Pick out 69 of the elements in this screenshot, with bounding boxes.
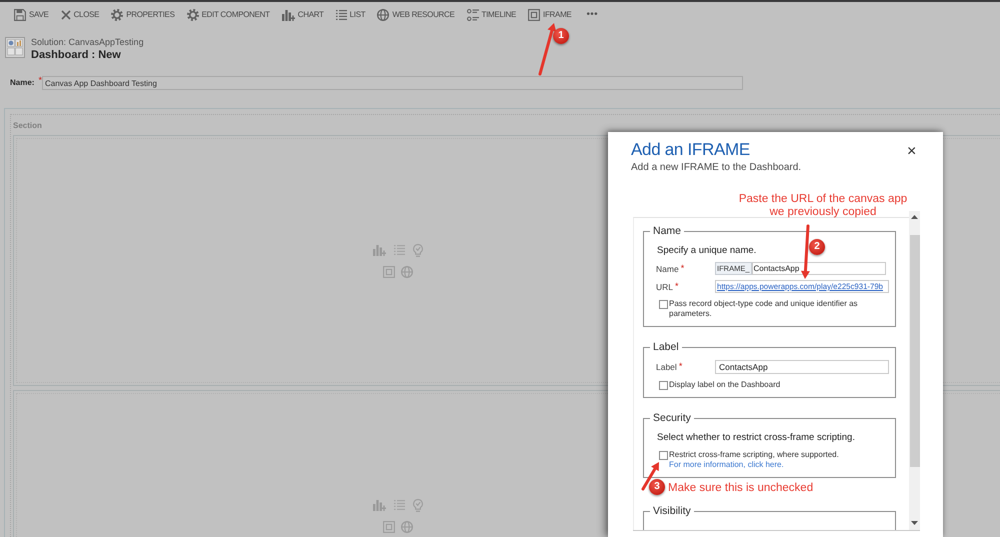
scroll-down-icon[interactable] bbox=[911, 521, 918, 525]
checkbox-label: Pass record object-type code and unique identifier as parameters. bbox=[669, 299, 859, 319]
required-mark: * bbox=[680, 264, 684, 272]
close-button[interactable]: × bbox=[907, 144, 916, 160]
page-title: Dashboard : New bbox=[31, 48, 122, 62]
checkbox-label: Restrict cross-frame scripting, where supported. bbox=[669, 450, 839, 460]
group-legend: Security bbox=[650, 412, 694, 424]
lightbulb-icon[interactable] bbox=[413, 244, 423, 256]
callout-arrow bbox=[538, 23, 556, 76]
globe-icon[interactable] bbox=[401, 266, 413, 278]
checkbox[interactable] bbox=[659, 381, 668, 390]
lightbulb-icon[interactable] bbox=[413, 498, 423, 512]
close-button[interactable]: CLOSE bbox=[60, 8, 100, 22]
required-mark: * bbox=[38, 76, 42, 85]
scroll-up-icon[interactable] bbox=[911, 215, 918, 219]
gear-icon bbox=[186, 9, 199, 21]
callout-arrow bbox=[642, 462, 659, 490]
text-input[interactable]: ContactsApp bbox=[715, 360, 889, 374]
list-button[interactable]: LIST bbox=[336, 8, 366, 22]
instruction-text: Specify a unique name. bbox=[657, 245, 756, 257]
list-icon[interactable] bbox=[394, 245, 405, 255]
save-button[interactable]: SAVE bbox=[14, 7, 49, 23]
group-legend: Label bbox=[650, 341, 682, 353]
checkbox-label: Display label on the Dashboard bbox=[669, 380, 780, 390]
field-label: Name: bbox=[10, 78, 34, 88]
dialog-subtitle: Add a new IFRAME to the Dashboard. bbox=[631, 161, 802, 174]
checkbox[interactable] bbox=[659, 300, 668, 309]
callout-text: Make sure this is unchecked bbox=[668, 482, 814, 495]
callout-text: Paste the URL of the canvas app we previously copied bbox=[738, 193, 908, 219]
frame-icon[interactable] bbox=[383, 266, 395, 278]
list-icon bbox=[336, 10, 347, 20]
iframe-button[interactable]: IFRAME bbox=[528, 7, 572, 23]
dialog-title: Add an IFRAME bbox=[631, 140, 750, 160]
bar-chart-icon[interactable] bbox=[373, 244, 386, 256]
field-label: Label bbox=[656, 362, 677, 372]
bar-chart-icon bbox=[282, 9, 295, 21]
chart-button[interactable]: CHART bbox=[282, 7, 324, 23]
solution-name: Solution: CanvasAppTesting bbox=[31, 36, 144, 48]
callout-arrow bbox=[800, 224, 810, 279]
required-mark: * bbox=[675, 282, 679, 290]
more-info-link[interactable]: For more information, click here. bbox=[669, 460, 784, 470]
more-button[interactable]: ••• bbox=[586, 8, 598, 22]
field-label: Name bbox=[656, 264, 679, 274]
timeline-icon bbox=[466, 9, 479, 21]
step-badge: 1 bbox=[553, 28, 569, 44]
checkbox[interactable] bbox=[659, 451, 668, 460]
instruction-text: Select whether to restrict cross-frame scripting. bbox=[657, 432, 855, 444]
properties-button[interactable]: PROPERTIES bbox=[111, 7, 175, 23]
name-input[interactable]: ContactsApp bbox=[752, 262, 886, 275]
group-legend: Visibility bbox=[650, 505, 694, 517]
globe-icon bbox=[377, 9, 390, 21]
frame-icon bbox=[528, 9, 540, 21]
bar-chart-icon[interactable] bbox=[373, 499, 386, 511]
section-label: Section bbox=[13, 120, 42, 132]
gear-icon bbox=[111, 9, 124, 21]
group-legend: Name bbox=[650, 225, 684, 237]
globe-icon[interactable] bbox=[401, 520, 413, 532]
required-mark: * bbox=[678, 362, 682, 370]
web-resource-button[interactable]: WEB RESOURCE bbox=[377, 7, 455, 23]
scrollbar-thumb[interactable] bbox=[910, 235, 920, 467]
edit-component-button[interactable]: EDIT COMPONENT bbox=[186, 7, 270, 23]
timeline-button[interactable]: TIMELINE bbox=[466, 7, 516, 23]
frame-icon[interactable] bbox=[383, 520, 395, 532]
dashboard-icon bbox=[5, 37, 25, 58]
name-input[interactable]: Canvas App Dashboard Testing bbox=[42, 76, 743, 90]
list-icon[interactable] bbox=[394, 500, 405, 510]
scrollbar[interactable] bbox=[909, 211, 920, 530]
field-label: URL bbox=[656, 282, 674, 292]
close-icon bbox=[60, 10, 71, 20]
